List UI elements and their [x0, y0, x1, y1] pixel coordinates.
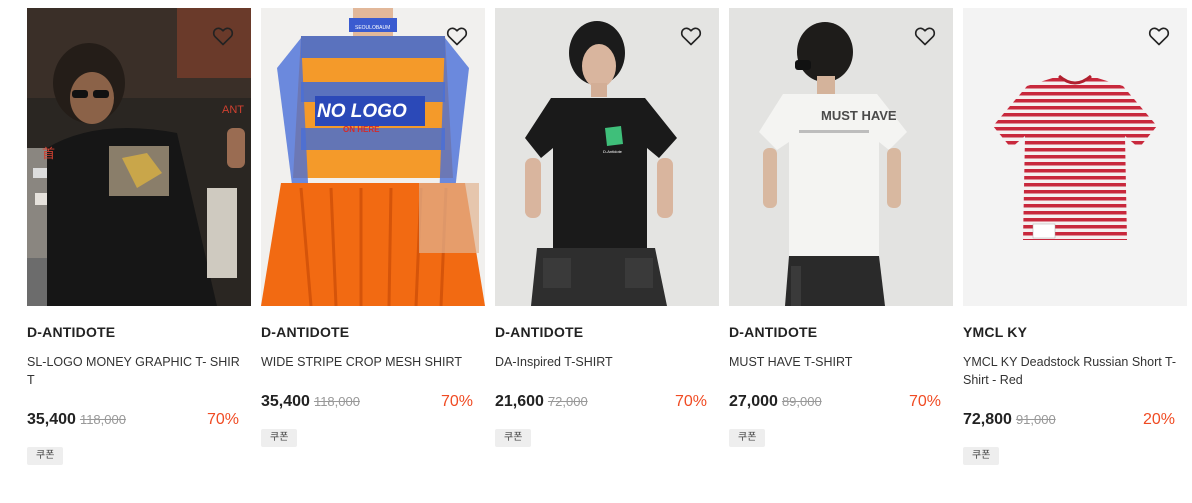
product-image[interactable]: 首 ANT	[27, 8, 251, 306]
heart-outline-icon[interactable]	[1147, 24, 1171, 48]
original-price: 72,000	[547, 394, 588, 409]
product-price: 35,400	[27, 411, 76, 428]
product-brand[interactable]: YMCL KY	[963, 324, 1027, 340]
discount-rate: 70%	[908, 393, 941, 410]
image-print-text: MUST HAVE	[821, 108, 897, 123]
heart-outline-icon[interactable]	[445, 24, 469, 48]
product-price: 27,000	[729, 393, 778, 410]
product-price: 35,400	[261, 393, 310, 410]
original-price: 118,000	[79, 412, 126, 427]
original-price: 118,000	[313, 394, 360, 409]
product-name[interactable]: SL-LOGO MONEY GRAPHIC T- SHIRT	[27, 353, 241, 389]
discount-rate: 20%	[1142, 411, 1175, 428]
product-card[interactable]: D-Antidote D-ANTIDOTE DA-Inspired T-SHIR…	[495, 8, 719, 447]
product-name[interactable]: DA-Inspired T-SHIRT	[495, 353, 709, 371]
product-image[interactable]: D-Antidote	[495, 8, 719, 306]
heart-outline-icon[interactable]	[211, 24, 235, 48]
product-image[interactable]: NO LOGO ON HERE SEOULOBAUM	[261, 8, 485, 306]
coupon-badge: 쿠폰	[495, 429, 532, 447]
discount-rate: 70%	[206, 411, 239, 428]
original-price: 89,000	[781, 394, 822, 409]
image-subtext: ON HERE	[343, 125, 380, 134]
coupon-badge: 쿠폰	[963, 447, 1000, 465]
heart-outline-icon[interactable]	[913, 24, 937, 48]
coupon-badge: 쿠폰	[729, 429, 766, 447]
product-card[interactable]: 首 ANT D-ANTIDOTE SL-LOGO MONEY GRAPHIC T…	[27, 8, 251, 465]
original-price: 91,000	[1015, 412, 1056, 427]
price-row: 27,000 89,000 70%	[729, 393, 941, 415]
product-brand[interactable]: D-ANTIDOTE	[495, 324, 583, 340]
image-sign-text: ANT	[222, 104, 244, 116]
product-brand[interactable]: D-ANTIDOTE	[261, 324, 349, 340]
price-row: 35,400 118,000 70%	[261, 393, 473, 415]
price-row: 72,800 91,000 20%	[963, 411, 1175, 433]
product-name[interactable]: WIDE STRIPE CROP MESH SHIRT	[261, 353, 475, 371]
image-neon-text: 首	[42, 146, 55, 161]
product-image[interactable]: MUST HAVE	[729, 8, 953, 306]
discount-rate: 70%	[674, 393, 707, 410]
product-name[interactable]: YMCL KY Deadstock Russian Short T-Shirt …	[963, 353, 1177, 389]
product-card[interactable]: NO LOGO ON HERE SEOULOBAUM D-ANTIDOTE WI…	[261, 8, 485, 447]
product-card[interactable]: MUST HAVE D-ANTIDOTE MUST HAVE T-SHIRT 2…	[729, 8, 953, 447]
image-collar-text: SEOULOBAUM	[355, 25, 390, 31]
image-print-text: D-Antidote	[603, 149, 623, 154]
product-price: 72,800	[963, 411, 1012, 428]
image-logo-text: NO LOGO	[317, 101, 407, 122]
coupon-badge: 쿠폰	[27, 447, 64, 465]
product-price: 21,600	[495, 393, 544, 410]
product-image[interactable]	[963, 8, 1187, 306]
heart-outline-icon[interactable]	[679, 24, 703, 48]
product-card[interactable]: YMCL KY YMCL KY Deadstock Russian Short …	[963, 8, 1187, 465]
discount-rate: 70%	[440, 393, 473, 410]
product-brand[interactable]: D-ANTIDOTE	[729, 324, 817, 340]
product-brand[interactable]: D-ANTIDOTE	[27, 324, 115, 340]
product-name[interactable]: MUST HAVE T-SHIRT	[729, 353, 943, 371]
price-row: 21,600 72,000 70%	[495, 393, 707, 415]
coupon-badge: 쿠폰	[261, 429, 298, 447]
price-row: 35,400 118,000 70%	[27, 411, 239, 433]
